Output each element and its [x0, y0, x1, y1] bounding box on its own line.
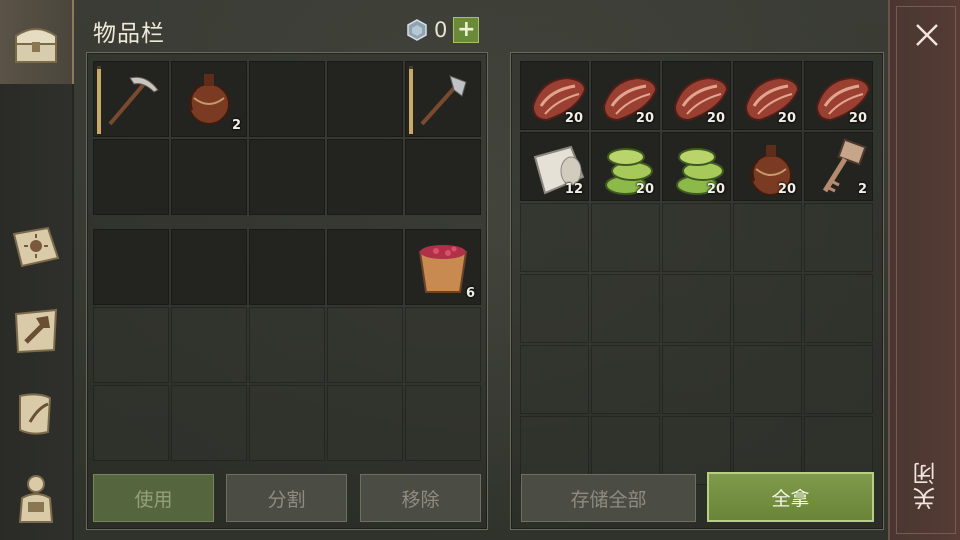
storage-slot[interactable]: [804, 203, 873, 272]
backpack-slot[interactable]: [405, 385, 481, 461]
hotbar-slot[interactable]: [249, 139, 325, 215]
storage-slot[interactable]: [591, 345, 660, 414]
character-icon: [18, 475, 54, 523]
backpack-slot[interactable]: [249, 307, 325, 383]
backpack-slot[interactable]: [93, 229, 169, 305]
storage-slot[interactable]: 20: [662, 61, 731, 130]
backpack-slot[interactable]: [405, 307, 481, 383]
sidebar: [0, 0, 74, 540]
storage-slot[interactable]: [591, 274, 660, 343]
hatchet-icon: [420, 75, 467, 126]
sun-book-icon: [12, 226, 60, 268]
crafting-tab[interactable]: [0, 288, 72, 372]
backpack-slot[interactable]: 6: [405, 229, 481, 305]
backpack-slot[interactable]: [171, 385, 247, 461]
hotbar-slot[interactable]: [93, 61, 169, 137]
backpack-slot[interactable]: [249, 229, 325, 305]
page-title: 物品栏: [93, 21, 165, 47]
use-button[interactable]: 使用: [93, 474, 214, 522]
currency-display: 0 +: [406, 17, 480, 43]
hotbar-grid: 2: [93, 61, 481, 215]
backpack-slot[interactable]: [171, 229, 247, 305]
item-quantity: 20: [777, 182, 796, 197]
item-quantity: 20: [706, 111, 725, 126]
hotbar-slot[interactable]: [327, 61, 403, 137]
storage-slot[interactable]: 20: [662, 132, 731, 201]
item-quantity: 20: [635, 182, 654, 197]
storage-slot[interactable]: 20: [591, 132, 660, 201]
hotbar-slot[interactable]: [327, 139, 403, 215]
berry-bucket-icon: [418, 245, 468, 293]
hotbar-slot[interactable]: [405, 61, 481, 137]
quest-scroll-tab[interactable]: [0, 372, 72, 456]
backpack-slot[interactable]: [93, 385, 169, 461]
item-quantity: 20: [706, 182, 725, 197]
close-label[interactable]: 关闭: [910, 460, 940, 510]
pickaxe-icon: [108, 76, 159, 126]
backpack-grid: 6: [93, 229, 481, 461]
flask-icon: [188, 74, 230, 125]
item-quantity: 20: [848, 111, 867, 126]
storage-slot[interactable]: 12: [520, 132, 589, 201]
item-quantity: 12: [564, 182, 583, 197]
hammer-map-icon: [14, 308, 58, 354]
item-quantity: 2: [231, 118, 241, 133]
backpack-slot[interactable]: [249, 385, 325, 461]
item-quantity: 6: [465, 286, 475, 301]
hotbar-slot[interactable]: [249, 61, 325, 137]
item-quantity: 20: [777, 111, 796, 126]
storage-slot[interactable]: [804, 345, 873, 414]
take-all-button[interactable]: 全拿: [707, 472, 874, 522]
storage-slot[interactable]: [520, 345, 589, 414]
storage-slot[interactable]: 20: [804, 61, 873, 130]
storage-slot[interactable]: [520, 274, 589, 343]
close-panel[interactable]: [888, 0, 960, 540]
storage-slot[interactable]: [662, 345, 731, 414]
hotbar-slot[interactable]: [405, 139, 481, 215]
item-quantity: 2: [857, 182, 867, 197]
item-quantity: 20: [564, 111, 583, 126]
storage-slot[interactable]: 20: [733, 61, 802, 130]
storage-slot[interactable]: 20: [733, 132, 802, 201]
hotbar-slot[interactable]: 2: [171, 61, 247, 137]
storage-slot[interactable]: [733, 345, 802, 414]
storage-slot[interactable]: 2: [804, 132, 873, 201]
storage-slot[interactable]: [804, 274, 873, 343]
hotbar-slot[interactable]: [93, 139, 169, 215]
close-icon[interactable]: [914, 22, 940, 48]
backpack-slot[interactable]: [327, 229, 403, 305]
storage-slot[interactable]: [733, 203, 802, 272]
storage-slot[interactable]: [520, 203, 589, 272]
storage-slot[interactable]: [733, 274, 802, 343]
backpack-slot[interactable]: [93, 307, 169, 383]
storage-slot[interactable]: 20: [591, 61, 660, 130]
character-tab[interactable]: [0, 456, 72, 540]
gem-icon: [407, 19, 427, 41]
split-button[interactable]: 分割: [226, 474, 347, 522]
currency-count: 0: [434, 18, 448, 42]
storage-slot[interactable]: [662, 274, 731, 343]
chest-icon: [15, 28, 57, 63]
storage-slot[interactable]: [591, 203, 660, 272]
chest-tab[interactable]: [0, 0, 74, 84]
store-all-button[interactable]: 存储全部: [521, 474, 696, 522]
backpack-slot[interactable]: [327, 307, 403, 383]
hotbar-slot[interactable]: [171, 139, 247, 215]
backpack-slot[interactable]: [171, 307, 247, 383]
storage-slot[interactable]: [662, 203, 731, 272]
remove-button[interactable]: 移除: [360, 474, 481, 522]
sun-book-tab[interactable]: [0, 204, 72, 288]
storage-slot[interactable]: 20: [520, 61, 589, 130]
close-panel-frame: [896, 6, 956, 534]
add-currency-button[interactable]: +: [453, 17, 480, 43]
item-quantity: 20: [635, 111, 654, 126]
storage-grid: 20 20 20 20 20 12 20 20 20 2: [520, 61, 873, 485]
backpack-slot[interactable]: [327, 385, 403, 461]
quest-scroll-icon: [19, 393, 52, 435]
